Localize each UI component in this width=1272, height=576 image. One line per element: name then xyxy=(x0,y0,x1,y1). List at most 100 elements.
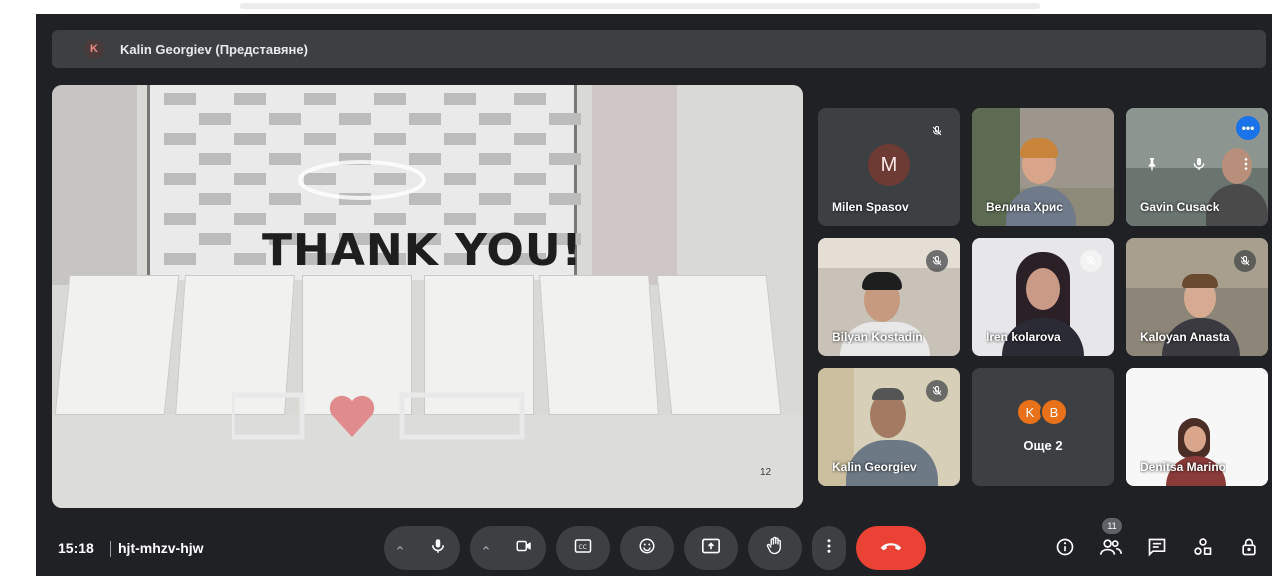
host-controls-icon xyxy=(1239,537,1259,562)
backdrop-logo-tile xyxy=(304,93,336,105)
participant-name: Kaloyan Anasta xyxy=(1140,330,1230,344)
host-controls-button[interactable] xyxy=(1226,532,1272,566)
chevron-up-icon[interactable] xyxy=(384,543,416,553)
tile-hover-controls xyxy=(1144,156,1254,177)
scrollbar[interactable] xyxy=(240,3,1040,9)
backdrop-logo-tile xyxy=(479,113,511,125)
backdrop-logo-tile xyxy=(234,93,266,105)
chat-button[interactable] xyxy=(1134,532,1180,566)
backdrop-logo-tile xyxy=(164,133,196,145)
meeting-details-button[interactable] xyxy=(1042,532,1088,566)
present-icon xyxy=(701,537,721,560)
slide-page-number: 12 xyxy=(760,467,772,478)
presentation-tile[interactable]: THANK YOU! 12 xyxy=(52,85,803,508)
participant-name: Велина Хрис xyxy=(986,200,1063,214)
mic-off-icon xyxy=(926,380,948,402)
backdrop-logo-tile xyxy=(339,113,371,125)
people-icon xyxy=(1100,538,1122,561)
raise-hand-button[interactable] xyxy=(748,526,802,570)
backdrop-logo-tile xyxy=(409,113,441,125)
participant-tile[interactable]: ••• Gavin Cusack xyxy=(1126,108,1268,226)
camera-icon xyxy=(514,537,534,560)
pin-icon[interactable] xyxy=(1144,156,1160,177)
participant-name: Iren kolarova xyxy=(986,330,1061,344)
backdrop-logo-tile xyxy=(304,133,336,145)
emoji-button[interactable] xyxy=(620,526,674,570)
backdrop-logo-tile xyxy=(444,213,476,225)
backdrop-logo-tile xyxy=(234,173,266,185)
participant-name: Gavin Cusack xyxy=(1140,200,1220,214)
backdrop-logo-tile xyxy=(514,93,546,105)
mic-off-icon xyxy=(926,120,948,142)
presenting-bar: K Kalin Georgiev (Представяне) xyxy=(52,30,1266,68)
mic-button[interactable] xyxy=(416,526,460,570)
activities-button[interactable] xyxy=(1180,532,1226,566)
people-button[interactable]: 11 xyxy=(1088,518,1134,566)
backdrop-logo-tile xyxy=(164,93,196,105)
activities-icon xyxy=(1193,537,1213,562)
participant-name: Milen Spasov xyxy=(832,200,909,214)
backdrop-logo-tile xyxy=(444,133,476,145)
slide-photo-left-poster xyxy=(52,85,137,285)
presenter-avatar: K xyxy=(84,39,104,59)
participant-tile[interactable]: Kalin Georgiev xyxy=(818,368,960,486)
emoji-icon xyxy=(638,537,656,560)
backdrop-logo-tile xyxy=(479,193,511,205)
participant-tile[interactable]: M Milen Spasov xyxy=(818,108,960,226)
captions-button[interactable]: CC xyxy=(556,526,610,570)
backdrop-logo-tile xyxy=(514,213,546,225)
meet-window: K Kalin Georgiev (Представяне) THANK YOU… xyxy=(36,14,1272,576)
chat-icon xyxy=(1147,537,1167,562)
poster-board xyxy=(54,275,180,415)
backdrop-logo-tile xyxy=(444,173,476,185)
participant-tile[interactable]: Iren kolarova xyxy=(972,238,1114,356)
more-options-icon[interactable]: ••• xyxy=(1236,116,1260,140)
meeting-tools: 11 xyxy=(1042,518,1272,566)
slide-heart-sign xyxy=(229,385,532,458)
poster-board xyxy=(539,275,659,415)
hangup-icon xyxy=(879,539,903,557)
backdrop-logo-tile xyxy=(374,213,406,225)
backdrop-logo-tile xyxy=(199,153,231,165)
raise-hand-icon xyxy=(766,536,784,561)
backdrop-logo-tile xyxy=(549,153,581,165)
backdrop-logo-tile xyxy=(304,213,336,225)
participant-name: Bilyan Kostadin xyxy=(832,330,923,344)
control-bar: 15:18 hjt-mhzv-hjw CC 11 xyxy=(36,518,1272,576)
presenting-label: Kalin Georgiev (Представяне) xyxy=(120,41,308,57)
participant-tile[interactable]: Kaloyan Anasta xyxy=(1126,238,1268,356)
backdrop-logo-tile xyxy=(374,133,406,145)
poster-board xyxy=(656,275,782,415)
others-label: Още 2 xyxy=(1023,438,1063,453)
present-button[interactable] xyxy=(684,526,738,570)
participant-name: Denitsa Marino xyxy=(1140,460,1227,474)
meeting-code: hjt-mhzv-hjw xyxy=(118,540,204,556)
backdrop-logo-tile xyxy=(199,193,231,205)
leave-call-button[interactable] xyxy=(856,526,926,570)
participant-tile[interactable]: Denitsa Marino xyxy=(1126,368,1268,486)
backdrop-logo-tile xyxy=(164,213,196,225)
camera-control-group xyxy=(470,526,546,570)
participant-tile[interactable]: Велина Хрис xyxy=(972,108,1114,226)
backdrop-logo-tile xyxy=(199,233,231,245)
participant-name: Kalin Georgiev xyxy=(832,460,917,474)
backdrop-logo-tile xyxy=(444,93,476,105)
camera-button[interactable] xyxy=(502,526,546,570)
others-tile[interactable]: K B Още 2 xyxy=(972,368,1114,486)
backdrop-logo-tile xyxy=(514,133,546,145)
participant-tile[interactable]: Bilyan Kostadin xyxy=(818,238,960,356)
participant-avatar: M xyxy=(868,144,910,186)
meeting-time: 15:18 xyxy=(58,540,94,556)
backdrop-logo-tile xyxy=(234,213,266,225)
mic-off-icon xyxy=(926,250,948,272)
slide-event-logo xyxy=(292,155,432,211)
call-controls: CC xyxy=(384,526,926,570)
mic-icon[interactable] xyxy=(1191,156,1207,177)
backdrop-logo-tile xyxy=(234,133,266,145)
backdrop-logo-tile xyxy=(269,113,301,125)
more-vert-icon[interactable] xyxy=(1238,156,1254,177)
mic-off-icon xyxy=(1234,250,1256,272)
chevron-up-icon[interactable] xyxy=(470,543,502,553)
info-icon xyxy=(1055,537,1075,562)
more-options-button[interactable] xyxy=(812,526,846,570)
